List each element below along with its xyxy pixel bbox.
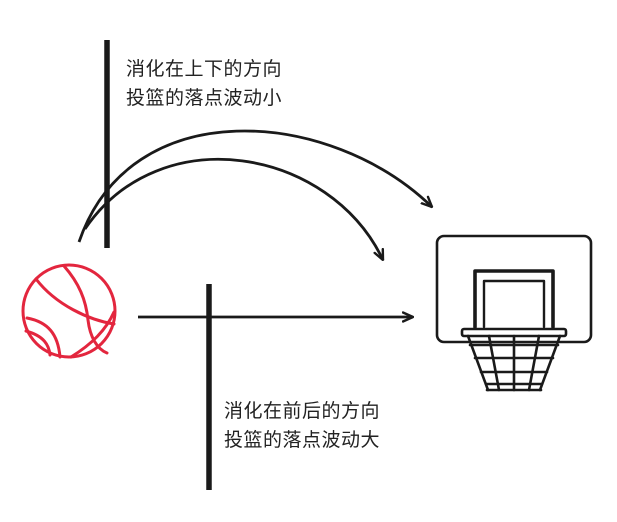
backboard [435,234,593,344]
high-arc-trajectory [77,129,432,243]
horizontal-caption-line-1: 消化在前后的方向 [224,400,381,422]
diagram: 消化在上下的方向 投篮的落点波动小 消化在前后的方向 投篮的落点波动大 [0,0,617,518]
vertical-caption-line-2: 投篮的落点波动小 [126,87,283,109]
vertical-caption: 消化在上下的方向 投篮的落点波动小 [126,55,282,113]
low-arc-trajectory [83,157,385,260]
backboard-inner-square [473,269,555,329]
net [466,334,562,392]
basketball-hoop-icon [435,234,593,392]
horizontal-caption: 消化在前后的方向 投篮的落点波动大 [224,397,380,455]
basketball-icon [21,263,117,359]
vertical-caption-line-1: 消化在上下的方向 [126,58,283,80]
horizontal-caption-line-2: 投篮的落点波动大 [224,429,381,451]
